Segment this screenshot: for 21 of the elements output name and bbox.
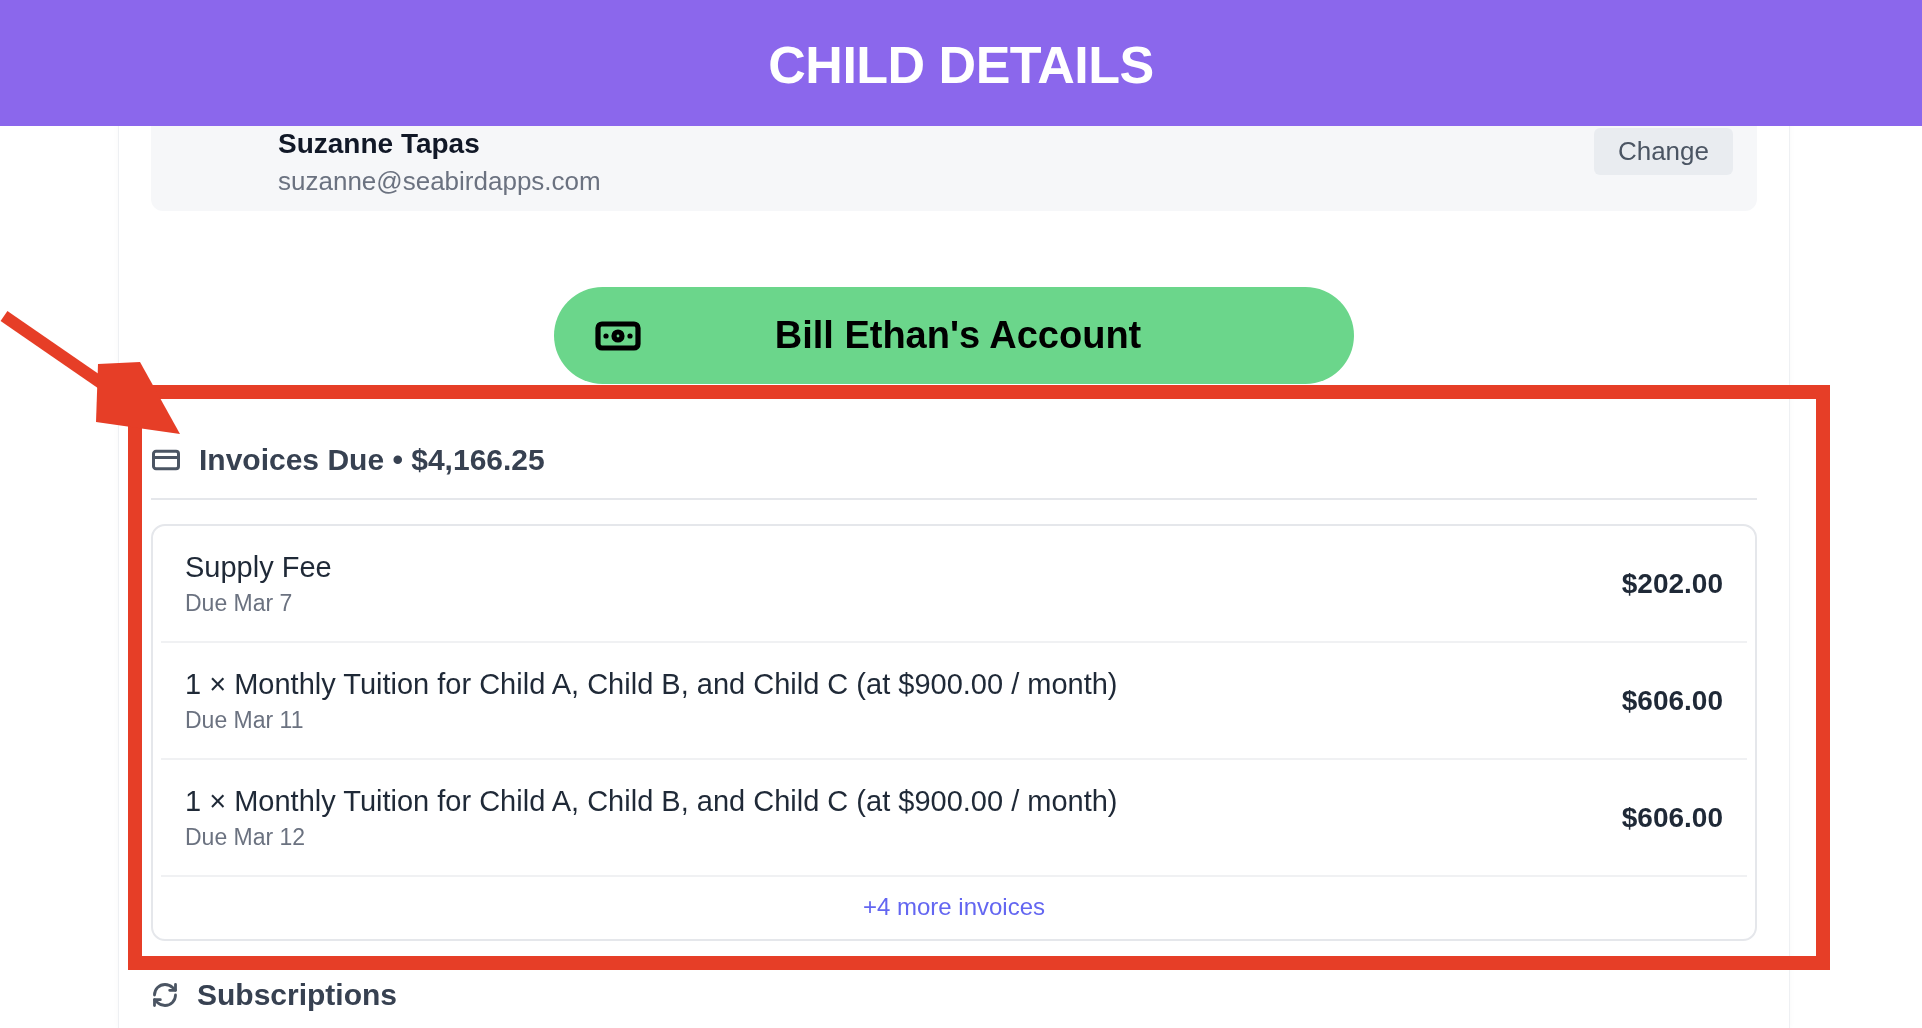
due-date: Due Mar 11 — [185, 706, 305, 734]
refresh-icon — [151, 981, 179, 1009]
invoice-name: Supply Fee — [185, 550, 332, 584]
section-title: Invoices Due • $4,166.25 — [199, 443, 545, 477]
due-date: Due Mar 7 — [185, 589, 294, 617]
invoice-row[interactable]: Supply Fee Due Mar 7 $202.00 — [161, 526, 1747, 643]
bill-account-button[interactable]: Bill Ethan's Account — [554, 287, 1354, 384]
more-invoices-link[interactable]: +4 more invoices — [862, 877, 1046, 939]
invoice-amount: $606.00 — [1621, 801, 1723, 834]
invoice-name: 1 × Monthly Tuition for Child A, Child B, and Child C (at $900.00 / month) — [185, 667, 1118, 701]
section-title: Subscriptions — [197, 978, 398, 1012]
invoice-row[interactable]: 1 × Monthly Tuition for Child A, Child B, and Child C (at $900.00 / month) Due Mar 11 $606.00 — [161, 643, 1747, 760]
invoice-amount: $606.00 — [1621, 684, 1723, 717]
due-date: Due Mar 12 — [185, 823, 307, 851]
invoice-amount: $202.00 — [1621, 567, 1723, 600]
invoice-row[interactable]: 1 × Monthly Tuition for Child A, Child B, and Child C (at $900.00 / month) Due Mar 12 $606.00 — [161, 760, 1747, 877]
payer-email: suzanne@seabirdapps.com — [278, 166, 601, 197]
invoice-name: 1 × Monthly Tuition for Child A, Child B, and Child C (at $900.00 / month) — [185, 784, 1118, 818]
change-button[interactable]: Change — [1593, 128, 1733, 175]
payer-name: Suzanne Tapas — [278, 128, 481, 160]
page-title: CHILD DETAILS — [768, 35, 1154, 95]
